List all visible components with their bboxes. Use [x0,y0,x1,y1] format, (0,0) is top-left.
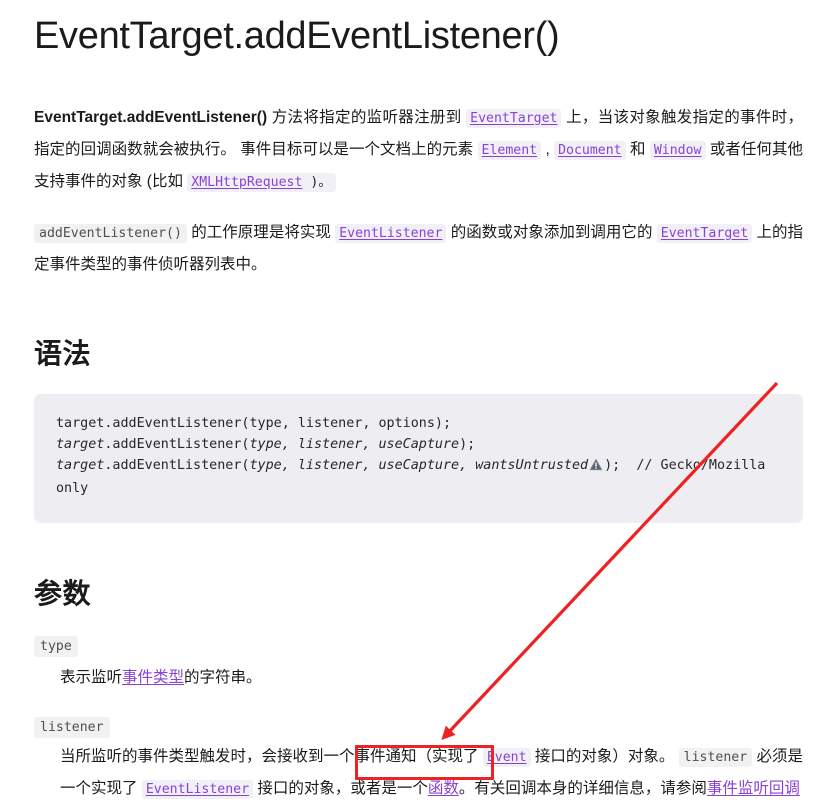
link-event[interactable]: Event [487,750,527,765]
intro2-text-1: 的工作原理是将实现 [186,223,336,241]
code-link-eventtarget[interactable]: EventTarget [466,108,562,128]
code-link-window[interactable]: Window [649,140,706,160]
intro-text-1: 方法将指定的监听器注册到 [267,108,467,126]
link-eventlistener-2[interactable]: EventListener [146,782,249,797]
code-link-xmlhttprequest[interactable]: XMLHttpRequest )。 [187,172,336,192]
code-line-2-suffix: ); [459,436,476,452]
code-listener: listener [678,747,753,767]
param-term-listener: listener [34,716,803,738]
param-term-type-code: type [34,635,78,657]
code-link-event[interactable]: Event [482,747,531,767]
param-def-type: 表示监听事件类型的字符串。 [60,662,803,693]
section-heading-syntax: 语法 [34,337,92,369]
intro-paragraph-1: EventTarget.addEventListener() 方法将指定的监听器… [34,102,803,198]
param-type-text-1: 表示监听 [60,668,123,686]
code-link-eventlistener[interactable]: EventListener [335,223,447,243]
code-link-eventlistener-2[interactable]: EventListener [141,779,254,799]
link-event-types[interactable]: 事件类型 [122,669,184,686]
intro-text-4: 和 [625,140,650,158]
param-listener-text-5: 。有关回调本身的详细信息，请参阅 [458,779,707,797]
code-line-2-args: type, listener, useCapture [249,436,460,452]
parameters-list: type 表示监听事件类型的字符串。 listener 当所监听的事件类型触发时… [34,635,803,805]
param-term-listener-code: listener [34,716,110,738]
link-document[interactable]: Document [558,143,622,158]
param-listener-text-2: 接口的对象）对象。 [530,747,679,765]
code-line-2-target: target [56,436,105,452]
code-line-3-target: target [56,457,105,473]
code-line-3-mid: .addEventListener( [104,457,250,473]
intro2-text-2: 的函数或对象添加到调用它的 [446,223,657,241]
syntax-code-block: target.addEventListener(type, listener, … [34,393,803,523]
code-line-2-mid: .addEventListener( [104,436,250,452]
intro-text-3: , [541,140,555,158]
intro-strong-method-name: EventTarget.addEventListener() [34,108,268,126]
param-def-listener: 当所监听的事件类型触发时，会接收到一个事件通知（实现了 Event 接口的对象）… [60,741,803,805]
param-listener-text-4: 接口的对象，或者是一个 [253,779,428,797]
page-title: EventTarget.addEventListener() [34,15,560,57]
link-eventtarget-2[interactable]: EventTarget [661,226,748,241]
link-function[interactable]: 函数 [428,780,459,797]
link-eventlistener[interactable]: EventListener [339,226,442,241]
code-link-element[interactable]: Element [477,140,542,160]
code-link-eventtarget-2[interactable]: EventTarget [656,223,753,243]
document-page: EventTarget.addEventListener() EventTarg… [0,14,837,812]
intro-paragraph-2: addEventListener() 的工作原理是将实现 EventListen… [34,217,803,280]
param-term-type: type [34,635,803,657]
param-type-text-2: 的字符串。 [184,668,262,686]
link-event-listener-callback[interactable]: 事件监听回调 [707,780,800,797]
link-eventtarget[interactable]: EventTarget [470,111,557,126]
code-line-3-suffix: ); [604,457,621,473]
warning-triangle-icon [589,457,603,478]
link-element[interactable]: Element [482,143,538,158]
intro-text-6: )。 [302,174,332,190]
code-link-document[interactable]: Document [554,140,626,160]
link-xmlhttprequest[interactable]: XMLHttpRequest [191,175,302,190]
code-line-3-args: type, listener, useCapture, wantsUntrust… [249,457,589,473]
param-listener-text-1: 当所监听的事件类型触发时，会接收到一个事件通知（实现了 [60,747,483,765]
code-addeventlistener: addEventListener() [34,223,187,243]
link-window[interactable]: Window [654,143,702,158]
code-line-1: target.addEventListener(type, listener, … [56,415,452,431]
section-heading-params: 参数 [34,577,92,609]
